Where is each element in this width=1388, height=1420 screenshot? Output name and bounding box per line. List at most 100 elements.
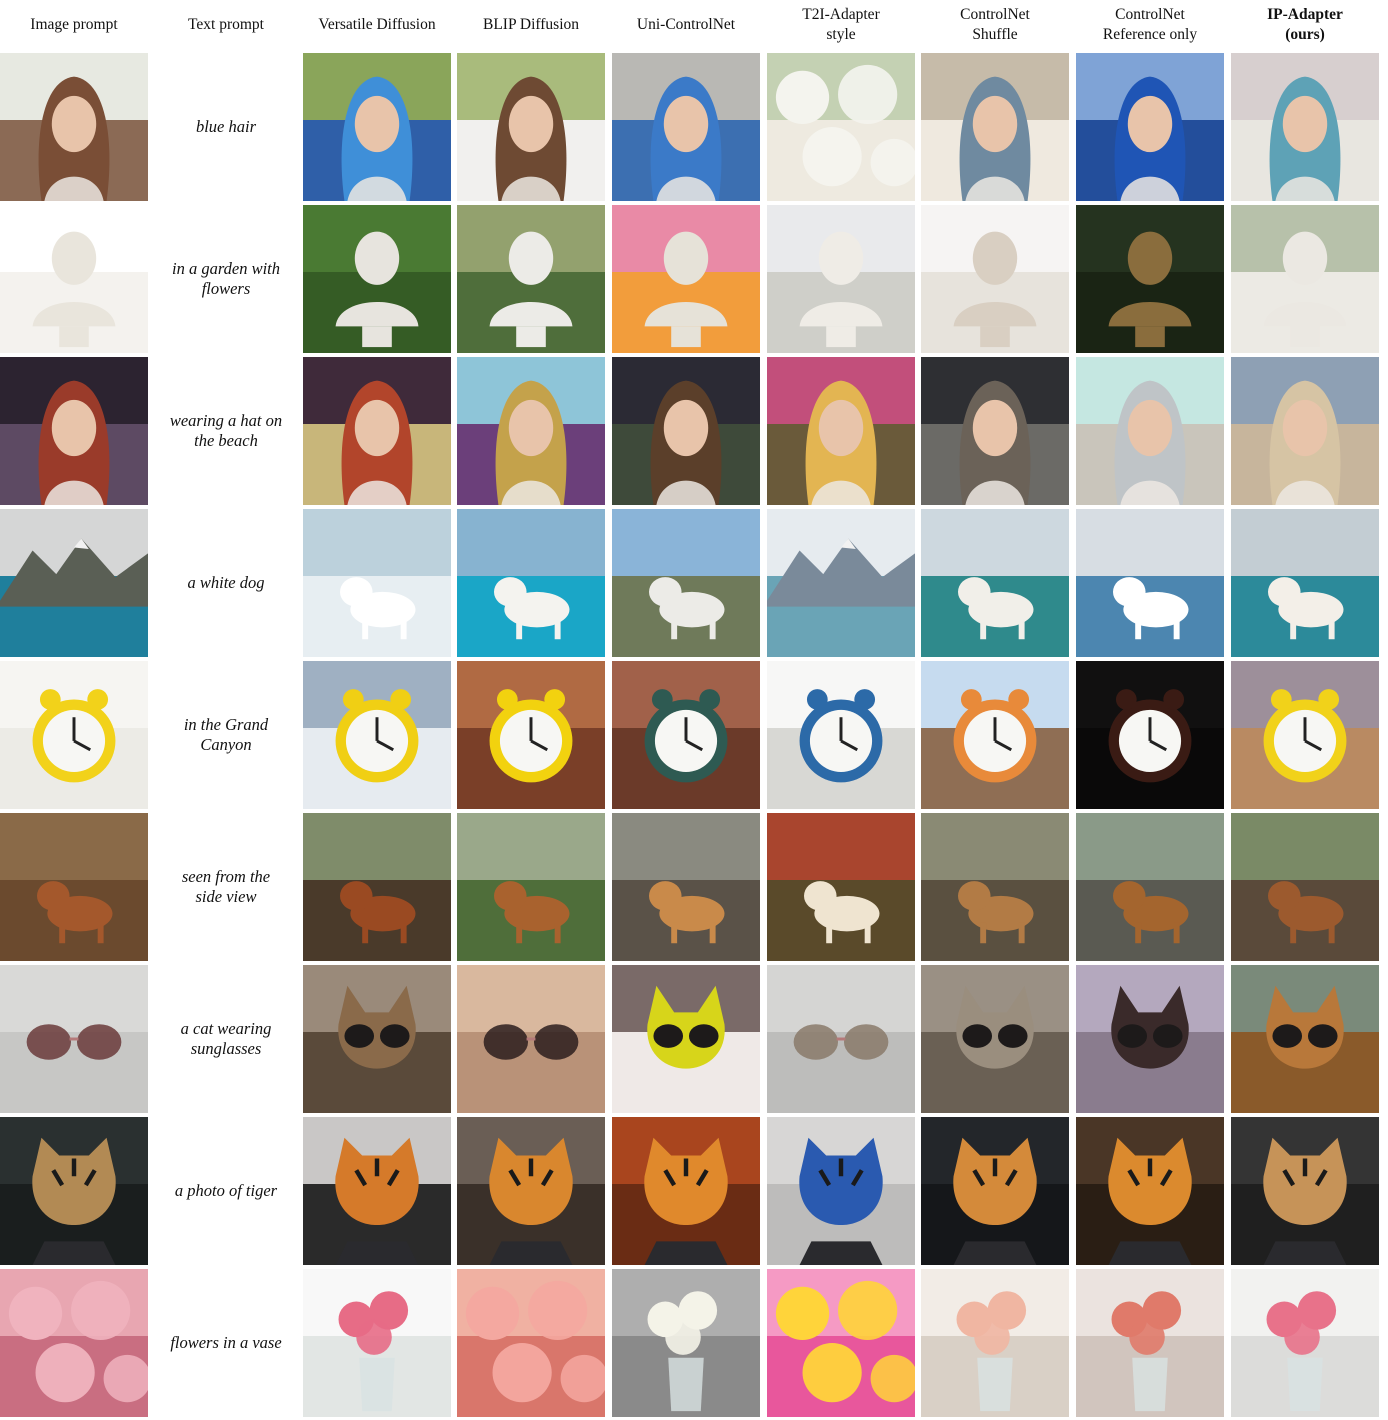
image-tile	[0, 509, 148, 657]
text-prompt: in a garden with flowers	[171, 259, 280, 298]
image-tile	[1231, 357, 1379, 505]
bust-subject	[1263, 231, 1347, 348]
image-tile	[0, 813, 148, 961]
image-tile	[767, 1117, 915, 1265]
image-tile	[1231, 1269, 1379, 1417]
figure-row: in the Grand Canyon	[0, 661, 1388, 809]
image-tile	[303, 813, 451, 961]
column-header-ip-adapter-ours: IP-Adapter (ours)	[1267, 6, 1343, 43]
face-subject	[959, 76, 1031, 201]
bust-subject	[1108, 231, 1192, 348]
image-tile	[612, 965, 760, 1113]
image-tile	[767, 53, 915, 201]
cat-subject	[647, 985, 725, 1069]
generated-image-controlnet-reference-only	[1076, 205, 1224, 353]
generated-image-versatile-diffusion	[303, 661, 451, 809]
dog-subject	[1113, 577, 1189, 640]
glasses-subject	[26, 1024, 122, 1060]
generated-image-ip-adapter-ours	[1231, 53, 1379, 201]
dog-subject	[958, 577, 1034, 640]
generated-image-controlnet-shuffle	[921, 357, 1069, 505]
image-tile	[457, 205, 605, 353]
generated-image-controlnet-reference-only	[1076, 357, 1224, 505]
face-subject	[495, 76, 567, 201]
face-subject	[495, 380, 567, 505]
tiger-subject	[799, 1137, 883, 1265]
dog-subject	[649, 577, 725, 640]
image-tile	[1231, 53, 1379, 201]
image-tile	[303, 965, 451, 1113]
image-tile	[612, 1269, 760, 1417]
image-tile	[1231, 813, 1379, 961]
image-tile	[767, 965, 915, 1113]
image-tile	[1231, 509, 1379, 657]
face-subject	[805, 380, 877, 505]
generated-image-uni-controlnet	[612, 53, 760, 201]
cat-subject	[1111, 985, 1189, 1069]
generated-image-uni-controlnet	[612, 1117, 760, 1265]
image-tile	[303, 357, 451, 505]
image-tile	[921, 53, 1069, 201]
generated-image-uni-controlnet	[612, 357, 760, 505]
cat-subject	[956, 985, 1034, 1069]
dog-subject	[340, 881, 416, 944]
image-tile	[0, 53, 148, 201]
image-tile	[303, 509, 451, 657]
face-subject	[341, 76, 413, 201]
flowers-subject	[775, 1280, 915, 1403]
generated-image-versatile-diffusion	[303, 357, 451, 505]
generated-image-controlnet-shuffle	[921, 965, 1069, 1113]
generated-image-controlnet-reference-only	[1076, 813, 1224, 961]
clock-subject	[644, 689, 728, 783]
generated-image-t2i-adapter-style	[767, 357, 915, 505]
bust-subject	[32, 231, 116, 348]
tiger-subject	[953, 1137, 1037, 1265]
generated-image-ip-adapter-ours	[1231, 357, 1379, 505]
generated-image-t2i-adapter-style	[767, 661, 915, 809]
image-tile	[921, 509, 1069, 657]
image-tile	[1076, 965, 1224, 1113]
image-tile	[612, 509, 760, 657]
image-tile	[921, 357, 1069, 505]
flowers-subject	[8, 1280, 148, 1403]
cat-subject	[338, 985, 416, 1069]
mountain-subject	[767, 538, 915, 607]
flowers-subject	[775, 64, 915, 187]
image-tile	[0, 1269, 148, 1417]
image-prompt-thumbnail	[0, 813, 148, 961]
bust-subject	[799, 231, 883, 348]
generated-image-t2i-adapter-style	[767, 1269, 915, 1417]
image-tile	[1076, 1269, 1224, 1417]
generated-image-versatile-diffusion	[303, 1117, 451, 1265]
image-tile	[1076, 509, 1224, 657]
image-prompt-thumbnail	[0, 661, 148, 809]
generated-image-blip-diffusion	[457, 1269, 605, 1417]
image-tile	[1231, 661, 1379, 809]
generated-image-t2i-adapter-style	[767, 1117, 915, 1265]
generated-image-ip-adapter-ours	[1231, 813, 1379, 961]
dog-subject	[649, 881, 725, 944]
generated-image-controlnet-reference-only	[1076, 661, 1224, 809]
generated-image-uni-controlnet	[612, 509, 760, 657]
image-tile	[612, 205, 760, 353]
generated-image-versatile-diffusion	[303, 205, 451, 353]
clock-subject	[335, 689, 419, 783]
figure-row: wearing a hat on the beach	[0, 357, 1388, 505]
bust-subject	[335, 231, 419, 348]
dog-subject	[958, 881, 1034, 944]
figure-row: flowers in a vase	[0, 1269, 1388, 1417]
image-tile	[0, 357, 148, 505]
image-tile	[1076, 813, 1224, 961]
image-tile	[921, 1117, 1069, 1265]
face-subject	[1269, 380, 1341, 505]
image-prompt-thumbnail	[0, 205, 148, 353]
image-tile	[921, 965, 1069, 1113]
figure-row: in a garden with flowers	[0, 205, 1388, 353]
image-tile	[612, 813, 760, 961]
face-subject	[1114, 380, 1186, 505]
generated-image-blip-diffusion	[457, 813, 605, 961]
vase-subject	[338, 1291, 409, 1412]
generated-image-blip-diffusion	[457, 965, 605, 1113]
column-header-t2i-adapter-style: T2I-Adapter style	[802, 6, 880, 43]
text-prompt: a white dog	[187, 573, 265, 592]
